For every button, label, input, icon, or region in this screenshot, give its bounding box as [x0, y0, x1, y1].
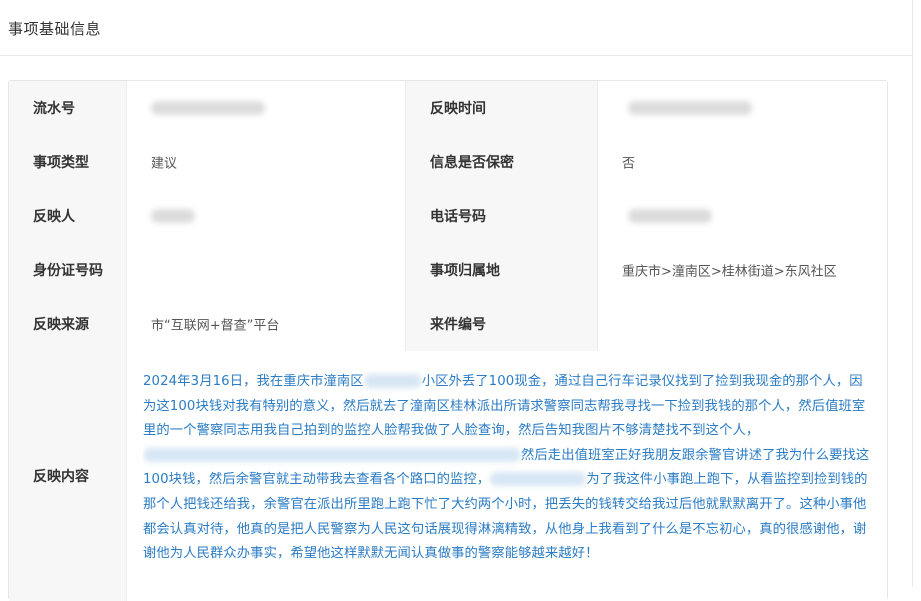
redacted-report-time: [628, 101, 752, 115]
content-label: 反映内容: [33, 469, 89, 485]
redacted-phone-number: [628, 209, 712, 223]
redacted-reporter-name: [151, 209, 195, 223]
section-header: 事项基础信息: [0, 0, 912, 56]
table-row: 身份证号码 事项归属地 重庆市>潼南区>桂林街道>东风社区: [9, 243, 887, 298]
location-value: 重庆市>潼南区>桂林街道>东风社区: [622, 264, 837, 280]
source-label: 反映来源: [33, 317, 89, 333]
case-number-label: 来件编号: [430, 317, 486, 333]
serial-number-label: 流水号: [33, 101, 75, 117]
confidential-label: 信息是否保密: [430, 155, 514, 171]
panel-border: [912, 0, 913, 587]
report-time-label: 反映时间: [430, 101, 486, 117]
redacted-serial-number: [151, 101, 265, 115]
item-type-label: 事项类型: [33, 155, 89, 171]
table-row: 反映人 电话号码: [9, 189, 887, 244]
location-label: 事项归属地: [430, 263, 500, 279]
item-type-value: 建议: [151, 156, 178, 172]
section-title: 事项基础信息: [8, 20, 102, 38]
phone-label: 电话号码: [430, 209, 486, 225]
table-row: 事项类型 建议 信息是否保密 否: [9, 135, 887, 190]
content-part-1: 2024年3月16日，我在重庆市潼南区: [143, 374, 364, 389]
report-content: 2024年3月16日，我在重庆市潼南区 小区外丢了100现金，通过自己行车记录仪找…: [143, 370, 873, 567]
redacted-text: [143, 447, 521, 462]
table-row: 反映来源 市“互联网+督查”平台 来件编号: [9, 297, 887, 352]
source-value: 市“互联网+督查”平台: [151, 318, 280, 334]
table-row: 流水号 反映时间: [9, 81, 887, 136]
id-number-label: 身份证号码: [33, 263, 103, 279]
reporter-label: 反映人: [33, 209, 75, 225]
redacted-community-name: [363, 374, 422, 388]
redacted-officer-name: [490, 472, 587, 487]
confidential-value: 否: [622, 156, 636, 172]
